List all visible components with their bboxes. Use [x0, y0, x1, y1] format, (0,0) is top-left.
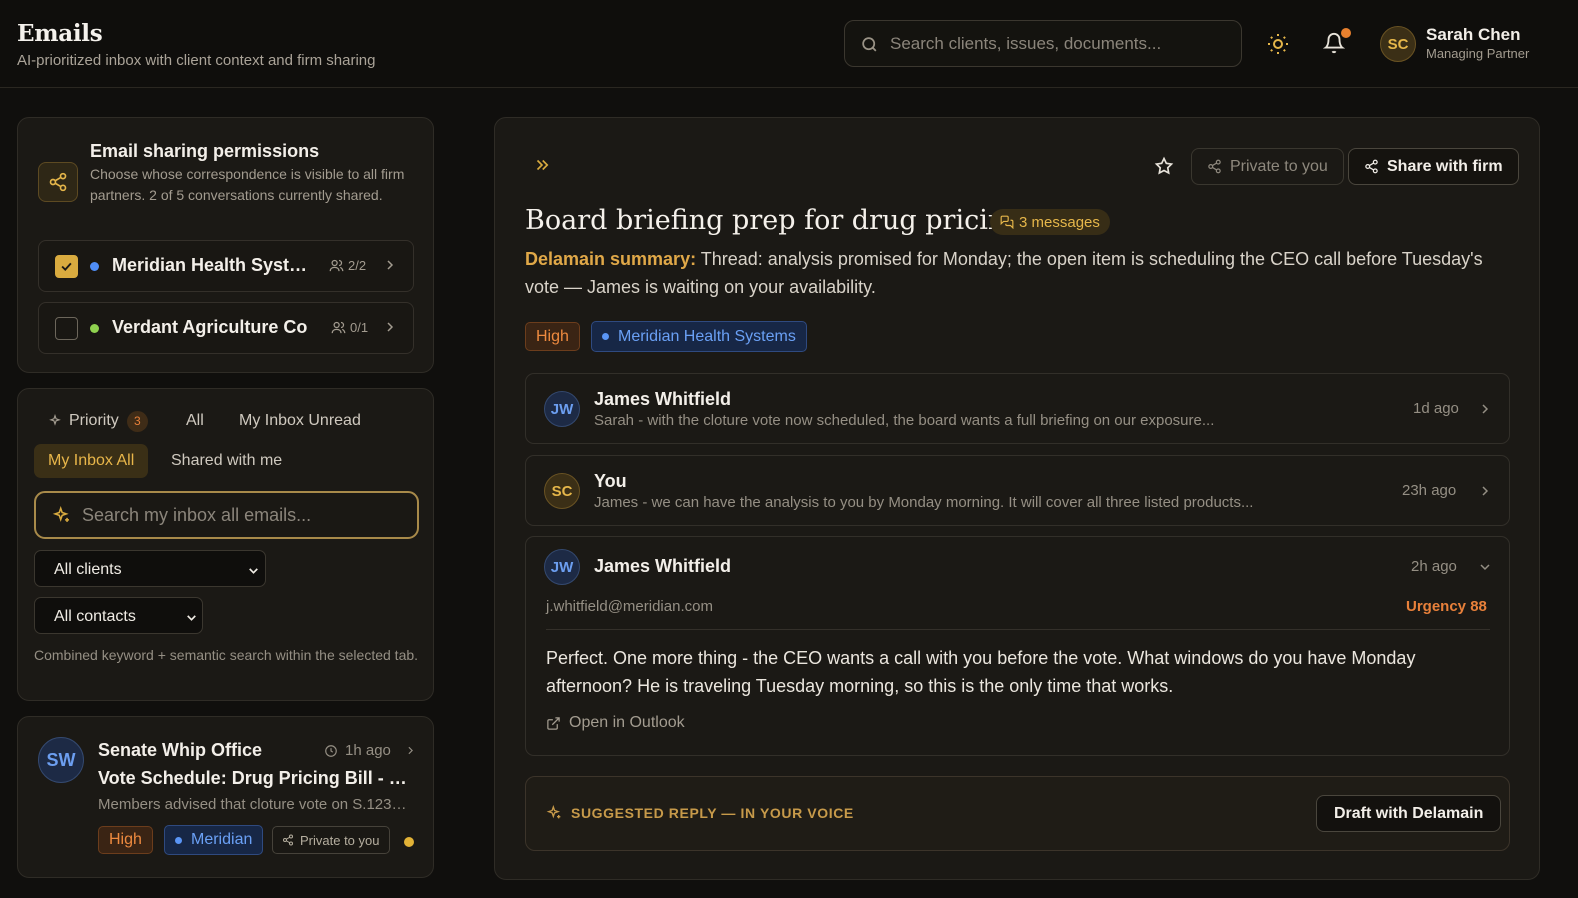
contact-select[interactable]: All contacts	[34, 597, 203, 634]
priority-badge: High	[525, 322, 580, 351]
suggested-reply-box: SUGGESTED REPLY — IN YOUR VOICE Draft wi…	[525, 776, 1510, 851]
user-avatar[interactable]: SC	[1380, 26, 1416, 62]
global-search-input[interactable]: Search clients, issues, documents...	[844, 20, 1242, 67]
tab-priority[interactable]: Priority 3	[48, 404, 148, 438]
client-color-dot	[90, 262, 99, 271]
thread-message-expanded: JW James Whitfield 2h ago j.whitfield@me…	[525, 536, 1510, 756]
open-in-outlook-link[interactable]: Open in Outlook	[546, 714, 685, 732]
share-icon	[38, 162, 78, 202]
suggested-reply-label: SUGGESTED REPLY — IN YOUR VOICE	[546, 805, 854, 821]
user-name: Sarah Chen	[1426, 25, 1521, 44]
chevron-right-icon	[408, 746, 413, 755]
priority-count-badge: 3	[126, 410, 148, 432]
page-subtitle: AI-prioritized inbox with client context…	[17, 52, 376, 69]
sender-email: j.whitfield@meridian.com	[546, 598, 713, 615]
client-badge: Meridian	[164, 825, 264, 855]
app-header: Emails AI-prioritized inbox with client …	[0, 0, 1578, 88]
item-preview: Members advised that cloture vote on S.1…	[98, 796, 408, 813]
message-sender: James Whitfield	[594, 389, 732, 409]
user-role: Managing Partner	[1426, 46, 1530, 61]
inbox-search-input[interactable]: Search my inbox all emails...	[34, 491, 419, 539]
client-color-dot	[90, 324, 99, 333]
sender-name: Senate Whip Office	[98, 740, 263, 760]
search-placeholder: Search clients, issues, documents...	[890, 34, 1162, 53]
urgency-score: Urgency 88	[1406, 598, 1487, 615]
share-icon	[1208, 159, 1221, 174]
client-badge: Meridian Health Systems	[591, 321, 807, 352]
thread-message-collapsed[interactable]: JW James Whitfield Sarah - with the clot…	[525, 373, 1510, 444]
sharing-title: Email sharing permissions	[90, 141, 320, 161]
draft-with-delamain-button[interactable]: Draft with Delamain	[1316, 795, 1502, 832]
chevron-down-icon[interactable]	[1477, 559, 1493, 575]
inbox-list-item[interactable]: SW Senate Whip Office 1h ago Vote Schedu…	[17, 716, 434, 878]
chevron-down-icon	[249, 568, 258, 574]
client-name: Meridian Health Systems	[112, 255, 312, 275]
private-toggle-button[interactable]: Private to you	[1191, 148, 1344, 185]
sparkle-icon	[546, 805, 561, 819]
priority-badge: High	[98, 826, 153, 854]
expand-icon[interactable]	[533, 156, 551, 174]
search-icon	[860, 35, 879, 54]
search-help-note: Combined keyword + semantic search withi…	[34, 647, 419, 663]
client-share-count: 2/2	[329, 258, 366, 273]
chevron-right-icon[interactable]	[1477, 401, 1493, 417]
message-preview: James - we can have the analysis to you …	[594, 494, 1254, 511]
share-icon	[283, 834, 293, 846]
inbox-search-placeholder: Search my inbox all emails...	[82, 505, 312, 525]
message-time: 23h ago	[1402, 482, 1457, 499]
client-share-count: 0/1	[331, 320, 368, 335]
item-subject: Vote Schedule: Drug Pricing Bill - Week …	[98, 768, 418, 788]
thread-message-collapsed[interactable]: SC You James - we can have the analysis …	[525, 455, 1510, 526]
inbox-filter-panel: Priority 3 All My Inbox Unread My Inbox …	[17, 388, 434, 701]
share-with-firm-button[interactable]: Share with firm	[1348, 148, 1519, 185]
tab-all[interactable]: All	[186, 404, 204, 438]
tab-shared-with-me[interactable]: Shared with me	[171, 444, 282, 478]
chevron-right-icon[interactable]	[382, 257, 398, 273]
users-icon	[329, 259, 344, 272]
client-name: Verdant Agriculture Co	[112, 317, 308, 337]
message-time: 1d ago	[1413, 400, 1459, 417]
message-sender: You	[594, 471, 627, 491]
share-checkbox-checked[interactable]	[55, 255, 78, 278]
sender-avatar: SW	[38, 737, 84, 783]
unread-dot	[404, 837, 414, 847]
thread-summary: Delamain summary: Thread: analysis promi…	[525, 249, 1483, 297]
messages-icon	[1000, 215, 1014, 229]
clock-icon	[325, 744, 337, 757]
tab-my-inbox-unread[interactable]: My Inbox Unread	[239, 404, 361, 438]
notification-dot	[1341, 28, 1351, 38]
thread-panel: Private to you Share with firm Board bri…	[494, 117, 1540, 880]
item-time: 1h ago	[324, 742, 417, 759]
divider	[546, 629, 1490, 630]
sparkle-icon	[49, 414, 61, 426]
users-icon	[331, 321, 346, 334]
external-link-icon	[547, 716, 560, 730]
message-time: 2h ago	[1411, 558, 1457, 575]
client-row-verdant[interactable]: Verdant Agriculture Co 0/1	[38, 302, 414, 354]
message-sender: James Whitfield	[594, 556, 732, 576]
message-preview: Sarah - with the cloture vote now schedu…	[594, 412, 1215, 429]
chevron-down-icon	[187, 615, 196, 621]
sender-avatar: SC	[544, 473, 580, 509]
chevron-right-icon[interactable]	[1477, 483, 1493, 499]
chevron-right-icon[interactable]	[382, 319, 398, 335]
visibility-badge: Private to you	[272, 826, 390, 854]
sharing-description: Choose whose correspondence is visible t…	[90, 166, 405, 203]
client-row-meridian[interactable]: Meridian Health Systems 2/2	[38, 240, 414, 292]
share-icon	[1365, 159, 1378, 174]
message-body: Perfect. One more thing - the CEO wants …	[546, 648, 1416, 696]
page-title: Emails	[17, 20, 103, 47]
share-checkbox-unchecked[interactable]	[55, 317, 78, 340]
tab-my-inbox-all[interactable]: My Inbox All	[34, 444, 149, 478]
sender-avatar: JW	[544, 391, 580, 427]
sparkle-icon	[52, 506, 71, 525]
star-icon[interactable]	[1154, 156, 1174, 176]
sharing-permissions-panel: Email sharing permissions Choose whose c…	[17, 117, 434, 373]
sun-icon[interactable]	[1266, 32, 1290, 56]
message-count-badge: 3 messages	[990, 209, 1110, 235]
sender-avatar: JW	[544, 549, 580, 585]
client-select[interactable]: All clients	[34, 550, 266, 587]
